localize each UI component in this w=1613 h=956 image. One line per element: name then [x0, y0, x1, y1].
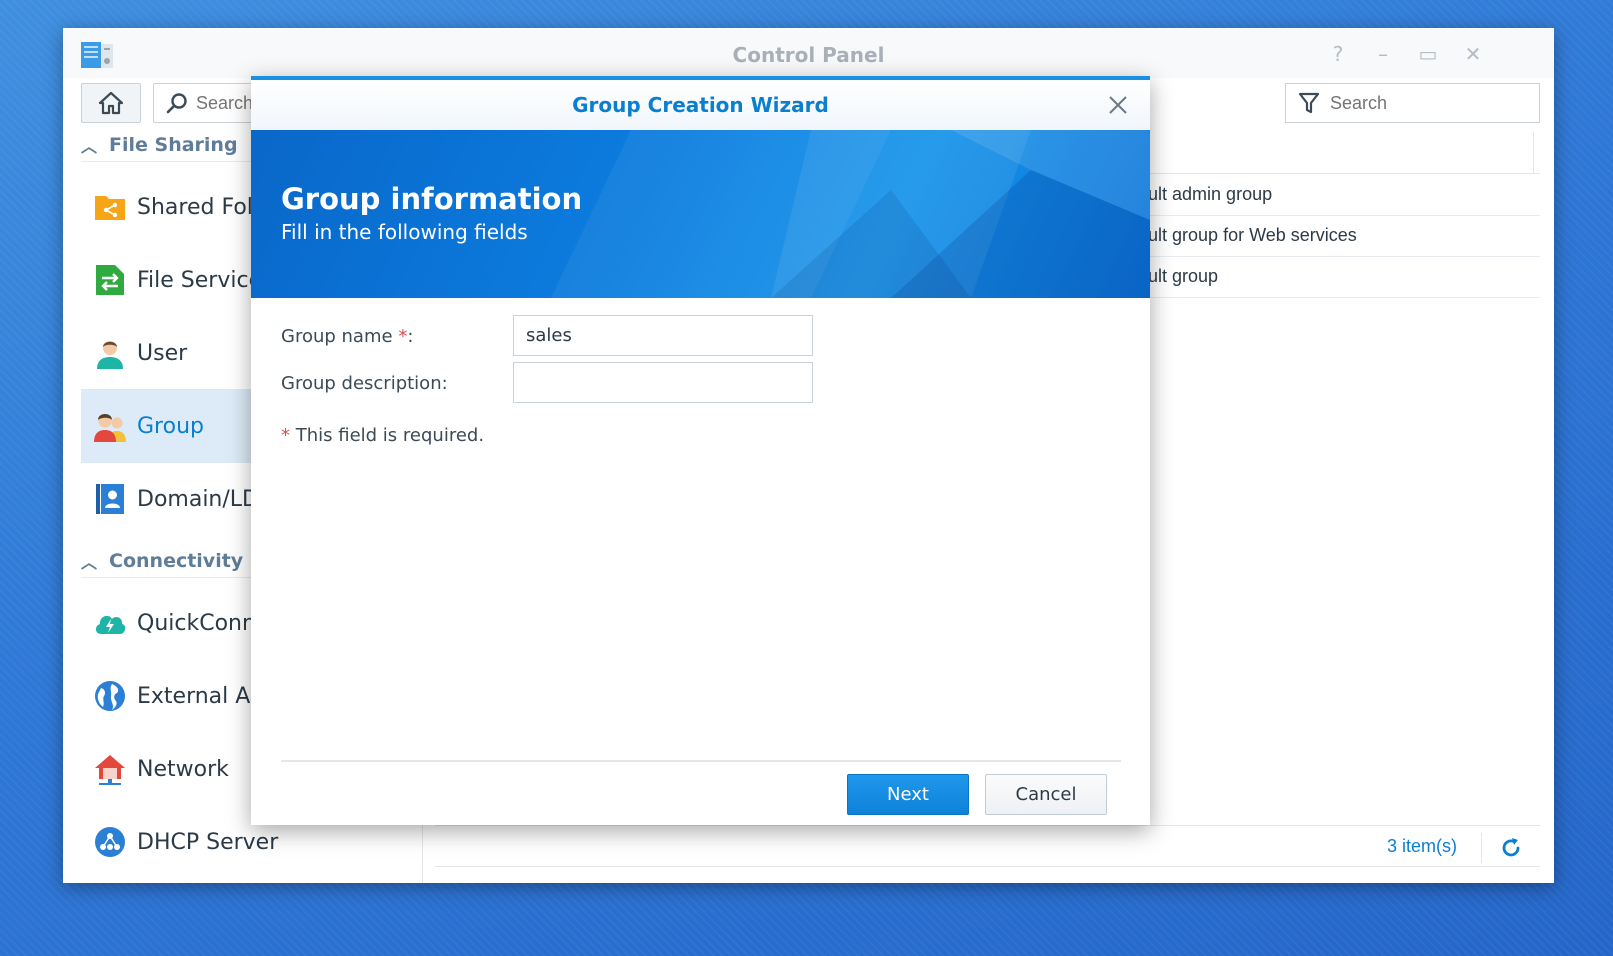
search-icon — [166, 93, 187, 114]
dialog-footer-divider — [281, 760, 1121, 762]
maximize-icon[interactable]: ▭ — [1416, 42, 1440, 66]
group-search-input[interactable] — [1330, 92, 1530, 114]
shared-folder-icon — [95, 196, 125, 220]
group-description-input[interactable] — [513, 362, 813, 403]
refresh-icon[interactable] — [1499, 836, 1523, 860]
banner-subtitle: Fill in the following fields — [281, 220, 528, 244]
home-icon — [98, 91, 124, 115]
group-description-label: Group description: — [281, 373, 448, 394]
network-icon — [95, 755, 125, 785]
required-note: * This field is required. — [281, 425, 484, 446]
dialog-header[interactable]: Group Creation Wizard — [251, 80, 1150, 130]
close-icon[interactable]: ✕ — [1461, 42, 1485, 66]
close-icon[interactable] — [1106, 93, 1130, 117]
home-button[interactable] — [81, 83, 141, 123]
group-icon — [94, 414, 126, 442]
help-icon[interactable]: ? — [1326, 42, 1350, 66]
file-services-icon — [96, 265, 124, 295]
sidebar-item-label: Group — [137, 413, 204, 439]
sidebar-item-label: DHCP Server — [137, 829, 279, 855]
chevron-up-icon: ︿ — [81, 136, 98, 156]
user-icon — [97, 341, 123, 369]
minimize-icon[interactable]: – — [1371, 42, 1395, 66]
group-name-input[interactable] — [513, 315, 813, 356]
group-creation-wizard-dialog: Group Creation Wizard Group information … — [251, 76, 1150, 825]
sidebar-item-label: User — [137, 340, 188, 366]
label-colon: : — [407, 326, 414, 347]
cancel-button[interactable]: Cancel — [985, 774, 1107, 815]
item-count: 3 item(s) — [1387, 836, 1458, 856]
required-note-text: This field is required. — [295, 425, 485, 446]
column-divider — [1533, 132, 1534, 174]
group-name-label: Group name *: — [281, 326, 413, 347]
dialog-title: Group Creation Wizard — [572, 93, 829, 117]
domain-ldap-icon — [96, 484, 124, 514]
filter-icon — [1298, 92, 1320, 114]
section-label: File Sharing — [109, 133, 238, 156]
chevron-up-icon: ︿ — [81, 552, 98, 572]
wizard-banner: Group information Fill in the following … — [251, 130, 1150, 298]
sidebar-item-label: Network — [137, 756, 229, 782]
table-cell-description: efault group for Web services — [1123, 225, 1357, 245]
next-button[interactable]: Next — [847, 774, 969, 815]
dhcp-server-icon — [95, 827, 125, 857]
window-titlebar[interactable]: Control Panel ? – ▭ ✕ — [63, 28, 1554, 78]
external-access-icon — [95, 681, 125, 711]
group-search[interactable] — [1285, 83, 1540, 123]
group-name-label-text: Group name — [281, 326, 393, 347]
footer-separator — [1481, 833, 1482, 863]
footer-divider — [435, 825, 1540, 826]
banner-title: Group information — [281, 182, 583, 216]
quickconnect-icon — [95, 615, 126, 634]
required-asterisk: * — [281, 425, 290, 446]
required-asterisk: * — [398, 326, 408, 347]
footer-bottom-line — [435, 866, 1540, 867]
section-label: Connectivity — [109, 549, 244, 572]
